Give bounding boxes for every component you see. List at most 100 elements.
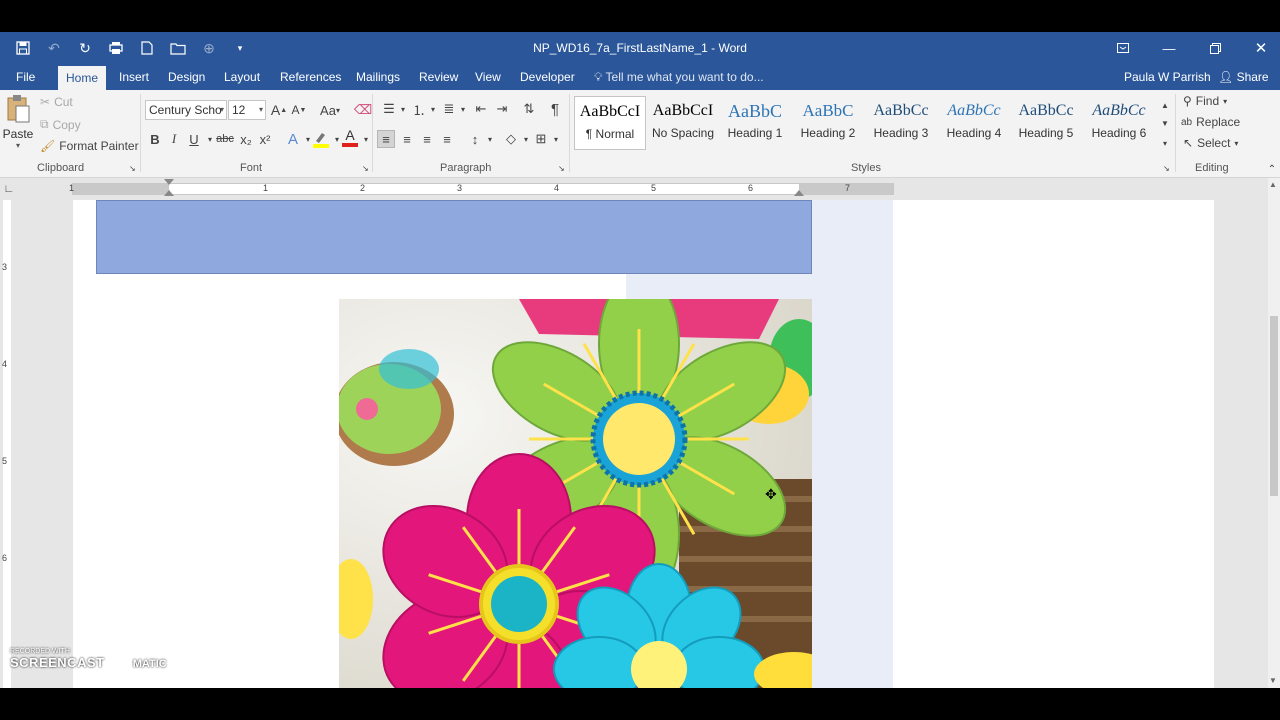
styles-launcher-icon[interactable]: ↘ — [1163, 164, 1170, 173]
style-heading-4[interactable]: AaBbCc Heading 4 — [938, 96, 1010, 150]
horizontal-ruler[interactable]: 1 1 2 3 4 5 6 7 — [69, 179, 894, 196]
blue-shape[interactable] — [96, 200, 812, 274]
indent-marker[interactable] — [164, 190, 174, 196]
align-center-icon[interactable]: ≡ — [398, 130, 416, 148]
style-name: Heading 3 — [873, 126, 929, 140]
tab-references[interactable]: References — [272, 64, 349, 90]
tab-review[interactable]: Review — [411, 64, 466, 90]
ruler-number: 1 — [263, 183, 269, 193]
search-icon: ⚲ — [1183, 94, 1192, 108]
style-no-spacing[interactable]: AaBbCcI No Spacing — [647, 96, 719, 150]
font-size-combo[interactable]: 12 ▾ — [228, 100, 266, 120]
font-name-combo[interactable]: Century Scho ▾ — [145, 100, 227, 120]
collapse-ribbon-icon[interactable]: ⌃ — [1263, 160, 1280, 178]
paragraph-launcher-icon[interactable]: ↘ — [558, 164, 565, 173]
styles-more-icon[interactable]: ▾ — [1156, 134, 1174, 152]
paste-dropdown-icon[interactable]: ▾ — [2, 141, 34, 150]
tab-developer[interactable]: Developer — [512, 64, 583, 90]
restore-icon[interactable] — [1192, 32, 1238, 64]
styles-scroll-up-icon[interactable]: ▲ — [1156, 96, 1174, 114]
chevron-down-icon[interactable]: ▾ — [481, 130, 499, 148]
flower-cookies-picture[interactable] — [339, 299, 812, 688]
align-left-icon[interactable]: ≡ — [377, 130, 395, 148]
tab-mailings[interactable]: Mailings — [348, 64, 408, 90]
ruler-row: ∟ 1 1 2 3 4 5 6 7 — [0, 178, 1280, 200]
shrink-font-icon: A — [291, 103, 300, 117]
italic-button[interactable]: I — [165, 130, 183, 148]
style-heading-3[interactable]: AaBbCc Heading 3 — [865, 96, 937, 150]
tab-insert[interactable]: Insert — [111, 64, 157, 90]
ribbon-home: Paste ▾ ✂ Cut ⧉ Copy 🖌︎ Format Painter Clip… — [0, 90, 1280, 178]
font-launcher-icon[interactable]: ↘ — [362, 164, 369, 173]
format-painter-button[interactable]: 🖌︎ Format Painter — [40, 139, 139, 153]
replace-button[interactable]: ab Replace — [1181, 115, 1240, 129]
tab-selector-icon[interactable]: ∟ — [0, 180, 18, 198]
paste-button[interactable]: Paste ▾ — [2, 94, 34, 156]
user-name[interactable]: Paula W Parrish — [1124, 64, 1211, 90]
align-right-icon[interactable]: ≡ — [418, 130, 436, 148]
show-marks-button[interactable]: ¶ — [546, 100, 564, 118]
style-preview: AaBbCcI — [579, 103, 641, 120]
clipboard-launcher-icon[interactable]: ↘ — [129, 164, 136, 173]
ruler-number: 3 — [457, 183, 463, 193]
select-button[interactable]: ↖ Select ▾ — [1183, 136, 1238, 150]
style-heading-2[interactable]: AaBbC Heading 2 — [792, 96, 864, 150]
copy-button[interactable]: ⧉ Copy — [40, 117, 81, 132]
styles-scroll-down-icon[interactable]: ▼ — [1156, 114, 1174, 132]
tab-home[interactable]: Home — [58, 66, 107, 90]
tell-me-box[interactable]: 💡︎ Tell me what you want to do... — [594, 64, 764, 90]
justify-icon[interactable]: ≡ — [438, 130, 456, 148]
ribbon-display-options-icon[interactable] — [1100, 32, 1146, 64]
scroll-down-icon[interactable]: ▼ — [1269, 676, 1277, 685]
vertical-ruler[interactable]: 3 4 5 6 — [0, 200, 14, 688]
chevron-down-icon[interactable]: ▾ — [547, 130, 565, 148]
style-heading-6[interactable]: AaBbCc Heading 6 — [1083, 96, 1155, 150]
scrollbar-thumb[interactable] — [1270, 316, 1278, 496]
grow-font-button[interactable]: A ▲ — [270, 101, 288, 119]
style-heading-1[interactable]: AaBbC Heading 1 — [719, 96, 791, 150]
shrink-font-button[interactable]: A ▼ — [290, 101, 308, 119]
ribbon-tabs: File Home Insert Design Layout Reference… — [0, 64, 1280, 90]
clear-formatting-icon[interactable]: ⌫ — [354, 101, 372, 119]
watermark-big-text: SCREENCAST — [10, 655, 105, 670]
change-case-button[interactable]: Aa ▾ — [316, 101, 344, 119]
share-button[interactable]: 👤︎ Share — [1218, 64, 1269, 90]
chevron-down-icon[interactable]: ▾ — [454, 100, 472, 118]
sort-icon[interactable]: ⇅ — [520, 100, 538, 118]
style-preview: AaBbCc — [1018, 102, 1074, 119]
style-heading-5[interactable]: AaBbCc Heading 5 — [1010, 96, 1082, 150]
subscript-button[interactable]: x₂ — [237, 130, 255, 148]
increase-indent-icon[interactable]: ⇥ — [493, 100, 511, 118]
style-normal[interactable]: AaBbCcI ¶ Normal — [574, 96, 646, 150]
find-label: Find — [1195, 94, 1220, 108]
right-indent-marker[interactable] — [794, 190, 804, 196]
decrease-indent-icon[interactable]: ⇤ — [472, 100, 490, 118]
copy-icon: ⧉ — [40, 117, 49, 131]
minimize-icon[interactable]: — — [1146, 32, 1192, 64]
superscript-button[interactable]: x² — [256, 130, 274, 148]
ruler-number: 7 — [845, 183, 851, 193]
indent-marker[interactable] — [164, 179, 174, 185]
scroll-up-icon[interactable]: ▲ — [1269, 180, 1277, 189]
document-page[interactable]: ✥ — [73, 200, 1214, 688]
chevron-down-icon: ▾ — [219, 105, 224, 114]
tab-design[interactable]: Design — [160, 64, 213, 90]
replace-icon: ab — [1181, 116, 1193, 128]
cut-button[interactable]: ✂ Cut — [40, 95, 73, 109]
ruler-number: 5 — [651, 183, 657, 193]
ruler-number: 2 — [360, 183, 366, 193]
ruler-number: 4 — [554, 183, 560, 193]
ruler-number: 4 — [2, 359, 8, 369]
strikethrough-button[interactable]: abc — [214, 130, 236, 148]
close-icon[interactable]: ✕ — [1238, 32, 1280, 64]
tab-file[interactable]: File — [8, 64, 43, 90]
bold-button[interactable]: B — [146, 130, 164, 148]
style-name: Heading 4 — [946, 126, 1002, 140]
divider — [372, 94, 373, 172]
find-button[interactable]: ⚲ Find ▾ — [1183, 94, 1227, 108]
document-title: NP_WD16_7a_FirstLastName_1 - Word — [533, 41, 747, 55]
tab-layout[interactable]: Layout — [216, 64, 268, 90]
document-area[interactable]: ✥ — [14, 200, 1268, 688]
tab-view[interactable]: View — [467, 64, 509, 90]
vertical-scrollbar[interactable]: ▲ ▼ — [1268, 178, 1280, 688]
